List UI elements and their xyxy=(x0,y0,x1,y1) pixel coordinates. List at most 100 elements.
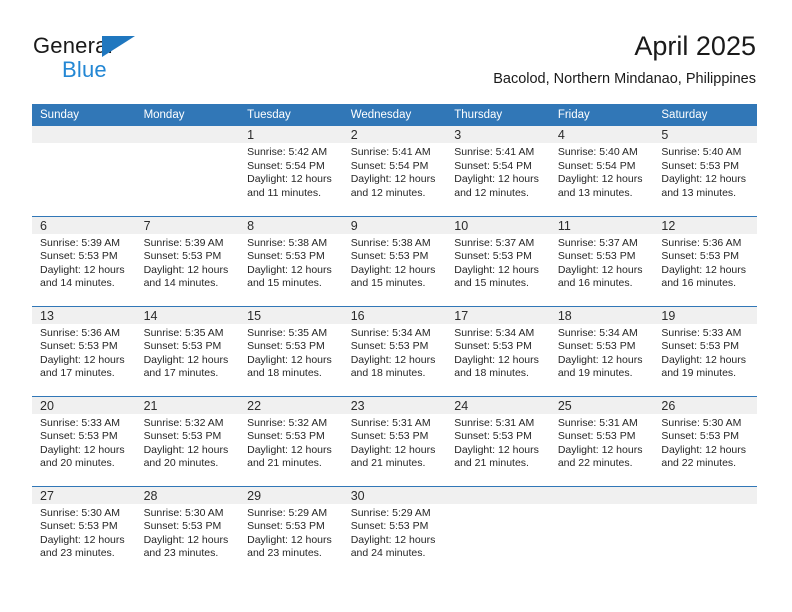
day-sun-info: Sunrise: 5:31 AM Sunset: 5:53 PM Daylight:… xyxy=(550,414,654,471)
sunrise-text: Sunrise: 5:34 AM xyxy=(454,326,535,339)
calendar-day-cell[interactable]: 20 Sunrise: 5:33 AM Sunset: 5:53 PM Dayligh… xyxy=(32,395,136,486)
day-number: 2 xyxy=(342,126,447,143)
calendar-day-cell[interactable]: 11 Sunrise: 5:37 AM Sunset: 5:53 PM Dayligh… xyxy=(549,215,654,306)
calendar-day-cell[interactable]: 3 Sunrise: 5:41 AM Sunset: 5:54 PM Daylight… xyxy=(446,126,550,216)
sunrise-text: Sunrise: 5:34 AM xyxy=(557,326,638,339)
sunset-text: Sunset: 5:54 PM xyxy=(350,159,429,172)
sunset-text: Sunset: 5:53 PM xyxy=(454,250,532,263)
sunset-text: Sunset: 5:53 PM xyxy=(661,250,740,263)
calendar-day-cell-empty xyxy=(653,485,757,576)
sunset-text: Sunset: 5:53 PM xyxy=(143,430,222,443)
daylight-text-line1: Daylight: 12 hours xyxy=(40,443,125,456)
day-number: 25 xyxy=(549,396,654,414)
day-number: 5 xyxy=(653,126,757,143)
calendar-day-cell[interactable]: 13 Sunrise: 5:36 AM Sunset: 5:53 PM Dayligh… xyxy=(32,305,136,396)
calendar-day-cell[interactable]: 26 Sunrise: 5:30 AM Sunset: 5:53 PM Dayligh… xyxy=(653,395,757,486)
daylight-text-line1: Daylight: 12 hours xyxy=(661,263,747,276)
day-number xyxy=(549,486,654,504)
calendar-day-cell[interactable]: 8 Sunrise: 5:38 AM Sunset: 5:53 PM Daylight… xyxy=(239,215,343,306)
sunrise-text: Sunrise: 5:37 AM xyxy=(454,236,535,249)
calendar-day-cell-empty xyxy=(446,485,550,576)
calendar-day-cell[interactable]: 4 Sunrise: 5:40 AM Sunset: 5:54 PM Daylight… xyxy=(549,126,654,216)
calendar-day-cell[interactable]: 21 Sunrise: 5:32 AM Sunset: 5:53 PM Dayligh… xyxy=(135,395,240,486)
calendar-day-cell[interactable]: 19 Sunrise: 5:33 AM Sunset: 5:53 PM Dayligh… xyxy=(653,305,757,396)
calendar-day-cell[interactable]: 17 Sunrise: 5:34 AM Sunset: 5:53 PM Dayligh… xyxy=(446,305,550,396)
sunrise-text: Sunrise: 5:32 AM xyxy=(143,416,224,429)
calendar-day-cell[interactable]: 29 Sunrise: 5:29 AM Sunset: 5:53 PM Dayligh… xyxy=(239,485,343,576)
calendar-day-cell[interactable]: 23 Sunrise: 5:31 AM Sunset: 5:53 PM Dayligh… xyxy=(342,395,447,486)
day-sun-info: Sunrise: 5:33 AM Sunset: 5:53 PM Daylight:… xyxy=(653,324,757,381)
calendar-day-cell[interactable]: 14 Sunrise: 5:35 AM Sunset: 5:53 PM Dayligh… xyxy=(135,305,240,396)
logo-triangle-icon xyxy=(102,36,135,57)
sunset-text: Sunset: 5:53 PM xyxy=(350,250,429,263)
calendar-day-cell[interactable]: 10 Sunrise: 5:37 AM Sunset: 5:53 PM Dayligh… xyxy=(446,215,550,306)
calendar-day-cell[interactable]: 2 Sunrise: 5:41 AM Sunset: 5:54 PM Daylight… xyxy=(342,126,447,216)
calendar-day-cell-empty xyxy=(549,485,654,576)
daylight-text-line2: and 13 minutes. xyxy=(661,186,737,199)
day-sun-info: Sunrise: 5:41 AM Sunset: 5:54 PM Daylight:… xyxy=(343,143,447,200)
sunrise-text: Sunrise: 5:37 AM xyxy=(557,236,638,249)
daylight-text-line2: and 20 minutes. xyxy=(143,457,219,470)
daylight-text-line2: and 20 minutes. xyxy=(40,457,115,470)
sunset-text: Sunset: 5:53 PM xyxy=(40,340,118,353)
daylight-text-line2: and 24 minutes. xyxy=(350,547,426,560)
daylight-text-line1: Daylight: 12 hours xyxy=(557,353,643,366)
sunset-text: Sunset: 5:54 PM xyxy=(454,159,532,172)
calendar-day-cell[interactable]: 22 Sunrise: 5:32 AM Sunset: 5:53 PM Dayligh… xyxy=(239,395,343,486)
calendar-body: 1 Sunrise: 5:42 AM Sunset: 5:54 PM Daylight… xyxy=(32,126,757,576)
sunrise-text: Sunrise: 5:36 AM xyxy=(661,236,742,249)
sunrise-text: Sunrise: 5:41 AM xyxy=(350,146,431,158)
calendar-day-cell[interactable]: 1 Sunrise: 5:42 AM Sunset: 5:54 PM Daylight… xyxy=(239,126,343,216)
calendar-day-cell[interactable]: 25 Sunrise: 5:31 AM Sunset: 5:53 PM Dayligh… xyxy=(549,395,654,486)
calendar-day-cell[interactable]: 18 Sunrise: 5:34 AM Sunset: 5:53 PM Dayligh… xyxy=(549,305,654,396)
day-number: 30 xyxy=(342,486,447,504)
day-number: 27 xyxy=(32,486,136,504)
sunrise-text: Sunrise: 5:39 AM xyxy=(40,236,120,249)
day-sun-info: Sunrise: 5:31 AM Sunset: 5:53 PM Daylight:… xyxy=(446,414,550,471)
calendar-day-cell[interactable]: 7 Sunrise: 5:39 AM Sunset: 5:53 PM Daylight… xyxy=(135,215,240,306)
day-number: 24 xyxy=(446,396,550,414)
sunset-text: Sunset: 5:53 PM xyxy=(350,430,429,443)
weekday-header-sunday: Sunday xyxy=(32,104,136,126)
daylight-text-line2: and 14 minutes. xyxy=(40,277,115,290)
daylight-text-line1: Daylight: 12 hours xyxy=(247,263,332,276)
day-number: 7 xyxy=(135,216,240,234)
calendar-day-cell[interactable]: 28 Sunrise: 5:30 AM Sunset: 5:53 PM Dayligh… xyxy=(135,485,240,576)
sunrise-text: Sunrise: 5:38 AM xyxy=(350,236,431,249)
calendar-day-cell[interactable]: 5 Sunrise: 5:40 AM Sunset: 5:53 PM Daylight… xyxy=(653,126,757,216)
day-sun-info: Sunrise: 5:37 AM Sunset: 5:53 PM Daylight:… xyxy=(550,234,654,291)
day-sun-info: Sunrise: 5:32 AM Sunset: 5:53 PM Daylight:… xyxy=(239,414,343,471)
sunrise-text: Sunrise: 5:35 AM xyxy=(143,326,224,339)
calendar-day-cell[interactable]: 24 Sunrise: 5:31 AM Sunset: 5:53 PM Dayligh… xyxy=(446,395,550,486)
sunrise-text: Sunrise: 5:30 AM xyxy=(661,416,742,429)
sunrise-text: Sunrise: 5:34 AM xyxy=(350,326,431,339)
sunset-text: Sunset: 5:54 PM xyxy=(557,159,636,172)
calendar-day-cell[interactable]: 12 Sunrise: 5:36 AM Sunset: 5:53 PM Dayligh… xyxy=(653,215,757,306)
calendar-day-cell[interactable]: 27 Sunrise: 5:30 AM Sunset: 5:53 PM Dayligh… xyxy=(32,485,136,576)
daylight-text-line2: and 21 minutes. xyxy=(454,457,529,470)
day-sun-info: Sunrise: 5:35 AM Sunset: 5:53 PM Daylight:… xyxy=(136,324,240,381)
calendar-day-cell[interactable]: 15 Sunrise: 5:35 AM Sunset: 5:53 PM Dayligh… xyxy=(239,305,343,396)
daylight-text-line1: Daylight: 12 hours xyxy=(557,443,643,456)
calendar-week-row: 27 Sunrise: 5:30 AM Sunset: 5:53 PM Dayligh… xyxy=(32,485,757,576)
day-sun-info: Sunrise: 5:42 AM Sunset: 5:54 PM Daylight:… xyxy=(239,143,343,200)
calendar-table: Sunday Monday Tuesday Wednesday Thursday… xyxy=(32,104,757,576)
daylight-text-line1: Daylight: 12 hours xyxy=(247,173,332,186)
day-number: 6 xyxy=(32,216,136,234)
day-number: 29 xyxy=(239,486,343,504)
calendar-day-cell[interactable]: 9 Sunrise: 5:38 AM Sunset: 5:53 PM Daylight… xyxy=(342,215,447,306)
calendar-day-cell[interactable]: 6 Sunrise: 5:39 AM Sunset: 5:53 PM Daylight… xyxy=(32,215,136,306)
day-number: 11 xyxy=(549,216,654,234)
sunrise-text: Sunrise: 5:30 AM xyxy=(143,506,224,519)
day-sun-info: Sunrise: 5:30 AM Sunset: 5:53 PM Daylight:… xyxy=(136,504,240,561)
page-title: April 2025 xyxy=(634,31,756,61)
calendar-day-cell[interactable]: 16 Sunrise: 5:34 AM Sunset: 5:53 PM Dayligh… xyxy=(342,305,447,396)
calendar-day-cell[interactable]: 30 Sunrise: 5:29 AM Sunset: 5:53 PM Dayligh… xyxy=(342,485,447,576)
daylight-text-line2: and 15 minutes. xyxy=(350,277,426,290)
page-subtitle: Bacolod, Northern Mindanao, Philippines xyxy=(493,71,756,87)
sunset-text: Sunset: 5:53 PM xyxy=(247,340,325,353)
day-number: 23 xyxy=(342,396,447,414)
day-sun-info: Sunrise: 5:34 AM Sunset: 5:53 PM Daylight:… xyxy=(343,324,447,381)
day-sun-info: Sunrise: 5:33 AM Sunset: 5:53 PM Daylight:… xyxy=(32,414,136,471)
day-sun-info: Sunrise: 5:32 AM Sunset: 5:53 PM Daylight:… xyxy=(136,414,240,471)
